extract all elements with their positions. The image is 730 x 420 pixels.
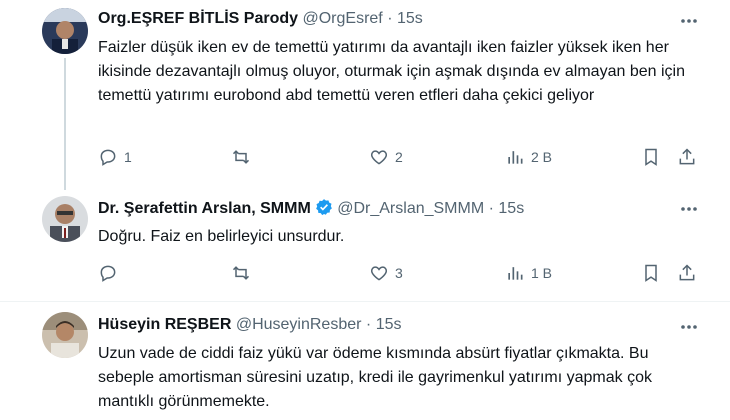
views-count: 2 B [531, 149, 553, 165]
views-count: 1 B [531, 265, 553, 281]
reply-button[interactable]: 1 [98, 145, 132, 169]
display-name[interactable]: Dr. Şerafettin Arslan, SMMM [98, 200, 311, 217]
views-button[interactable]: 2 B [505, 145, 552, 169]
tweet-1[interactable]: Org.EŞREF BİTLİS Parody @OrgEsref · 15s … [0, 0, 730, 190]
handle[interactable]: @OrgEsref [302, 10, 382, 27]
reply-count: 1 [124, 149, 132, 165]
thread-line [64, 58, 66, 190]
timestamp[interactable]: 15s [397, 10, 423, 27]
heart-icon [370, 266, 388, 281]
tweet-text: Uzun vade de ciddi faiz yükü var ödeme k… [98, 345, 652, 410]
tweet-actions: 3 1 B [98, 261, 698, 285]
share-button[interactable] [677, 261, 697, 285]
reply-icon [100, 265, 116, 282]
tweet-text: Doğru. Faiz en belirleyici unsurdur. [98, 228, 345, 245]
retweet-icon [232, 150, 250, 164]
tweet-header: Org.EŞREF BİTLİS Parody @OrgEsref · 15s [98, 10, 423, 28]
handle[interactable]: @HuseyinResber [236, 316, 362, 333]
avatar[interactable] [42, 312, 88, 358]
share-icon [679, 264, 695, 281]
like-button[interactable]: 3 [369, 261, 403, 285]
views-button[interactable]: 1 B [505, 261, 552, 285]
tweet-2[interactable]: Dr. Şerafettin Arslan, SMMM @Dr_Arslan_S… [0, 190, 730, 301]
timestamp[interactable]: 15s [376, 316, 402, 333]
tweet-actions: 1 2 2 B [98, 145, 698, 169]
more-options-icon[interactable] [678, 316, 700, 338]
separator-dot: · [387, 10, 393, 27]
reply-icon [100, 149, 116, 166]
views-icon [508, 267, 523, 280]
views-icon [508, 151, 523, 164]
more-options-icon[interactable] [678, 198, 700, 220]
like-count: 2 [395, 149, 403, 165]
retweet-icon [232, 266, 250, 280]
retweet-button[interactable] [231, 261, 257, 285]
bookmark-icon [645, 148, 657, 166]
share-icon [679, 148, 695, 165]
bookmark-button[interactable] [641, 145, 661, 169]
avatar[interactable] [42, 8, 88, 54]
separator-dot: · [365, 316, 372, 333]
separator-dot: · [488, 200, 494, 217]
timestamp[interactable]: 15s [498, 200, 524, 217]
display-name[interactable]: Hüseyin REŞBER [98, 316, 231, 333]
bookmark-icon [645, 264, 657, 282]
tweet-header: Dr. Şerafettin Arslan, SMMM @Dr_Arslan_S… [98, 198, 524, 218]
tweet-text: Faizler düşük iken ev de temettü yatırım… [98, 39, 685, 104]
more-options-icon[interactable] [678, 10, 700, 32]
reply-button[interactable] [98, 261, 124, 285]
tweet-header: Hüseyin REŞBER @HuseyinResber · 15s [98, 316, 401, 334]
bookmark-button[interactable] [641, 261, 661, 285]
tweet-3[interactable]: Hüseyin REŞBER @HuseyinResber · 15s Uzun… [0, 302, 730, 420]
share-button[interactable] [677, 145, 697, 169]
like-count: 3 [395, 265, 403, 281]
like-button[interactable]: 2 [369, 145, 403, 169]
display-name[interactable]: Org.EŞREF BİTLİS Parody [98, 10, 298, 27]
avatar[interactable] [42, 196, 88, 242]
retweet-button[interactable] [231, 145, 257, 169]
heart-icon [370, 150, 388, 165]
verified-badge-icon [315, 199, 332, 216]
handle[interactable]: @Dr_Arslan_SMMM [337, 200, 484, 217]
